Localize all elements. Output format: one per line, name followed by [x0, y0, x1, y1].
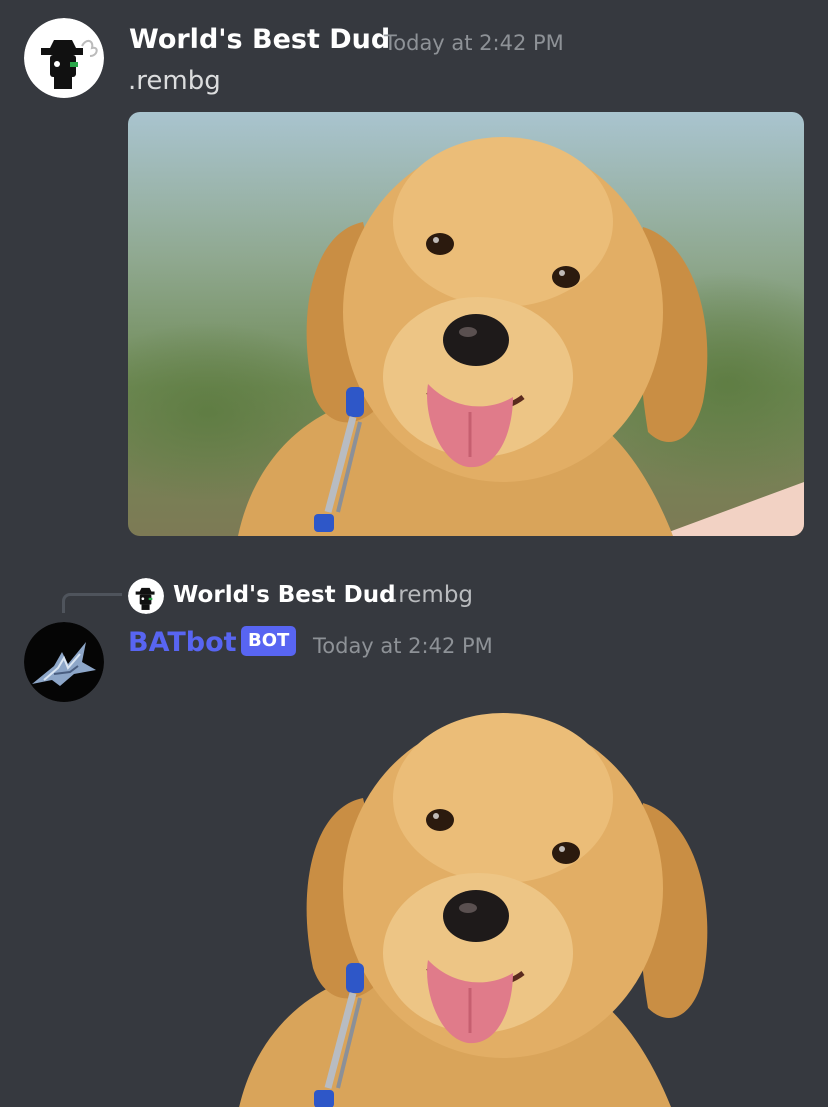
- reply-author[interactable]: World's Best Dud: [173, 580, 396, 610]
- image-attachment[interactable]: [128, 112, 804, 536]
- message-timestamp: Today at 2:42 PM: [313, 634, 493, 658]
- message-author[interactable]: World's Best Dud: [129, 23, 390, 57]
- chat-messages: World's Best Dud Today at 2:42 PM .rembg: [0, 0, 828, 1107]
- reply-avatar-icon[interactable]: [128, 578, 164, 614]
- message-content: .rembg: [128, 66, 221, 96]
- bot-author[interactable]: BATbot: [128, 626, 237, 660]
- user-avatar-icon[interactable]: [24, 18, 104, 98]
- reply-content[interactable]: .rembg: [391, 580, 473, 610]
- bot-badge: BOT: [241, 626, 297, 656]
- message-timestamp: Today at 2:42 PM: [384, 31, 564, 55]
- image-attachment-background-removed[interactable]: [128, 688, 804, 1107]
- bat-avatar-icon[interactable]: [24, 622, 104, 702]
- reply-spine: [62, 593, 122, 613]
